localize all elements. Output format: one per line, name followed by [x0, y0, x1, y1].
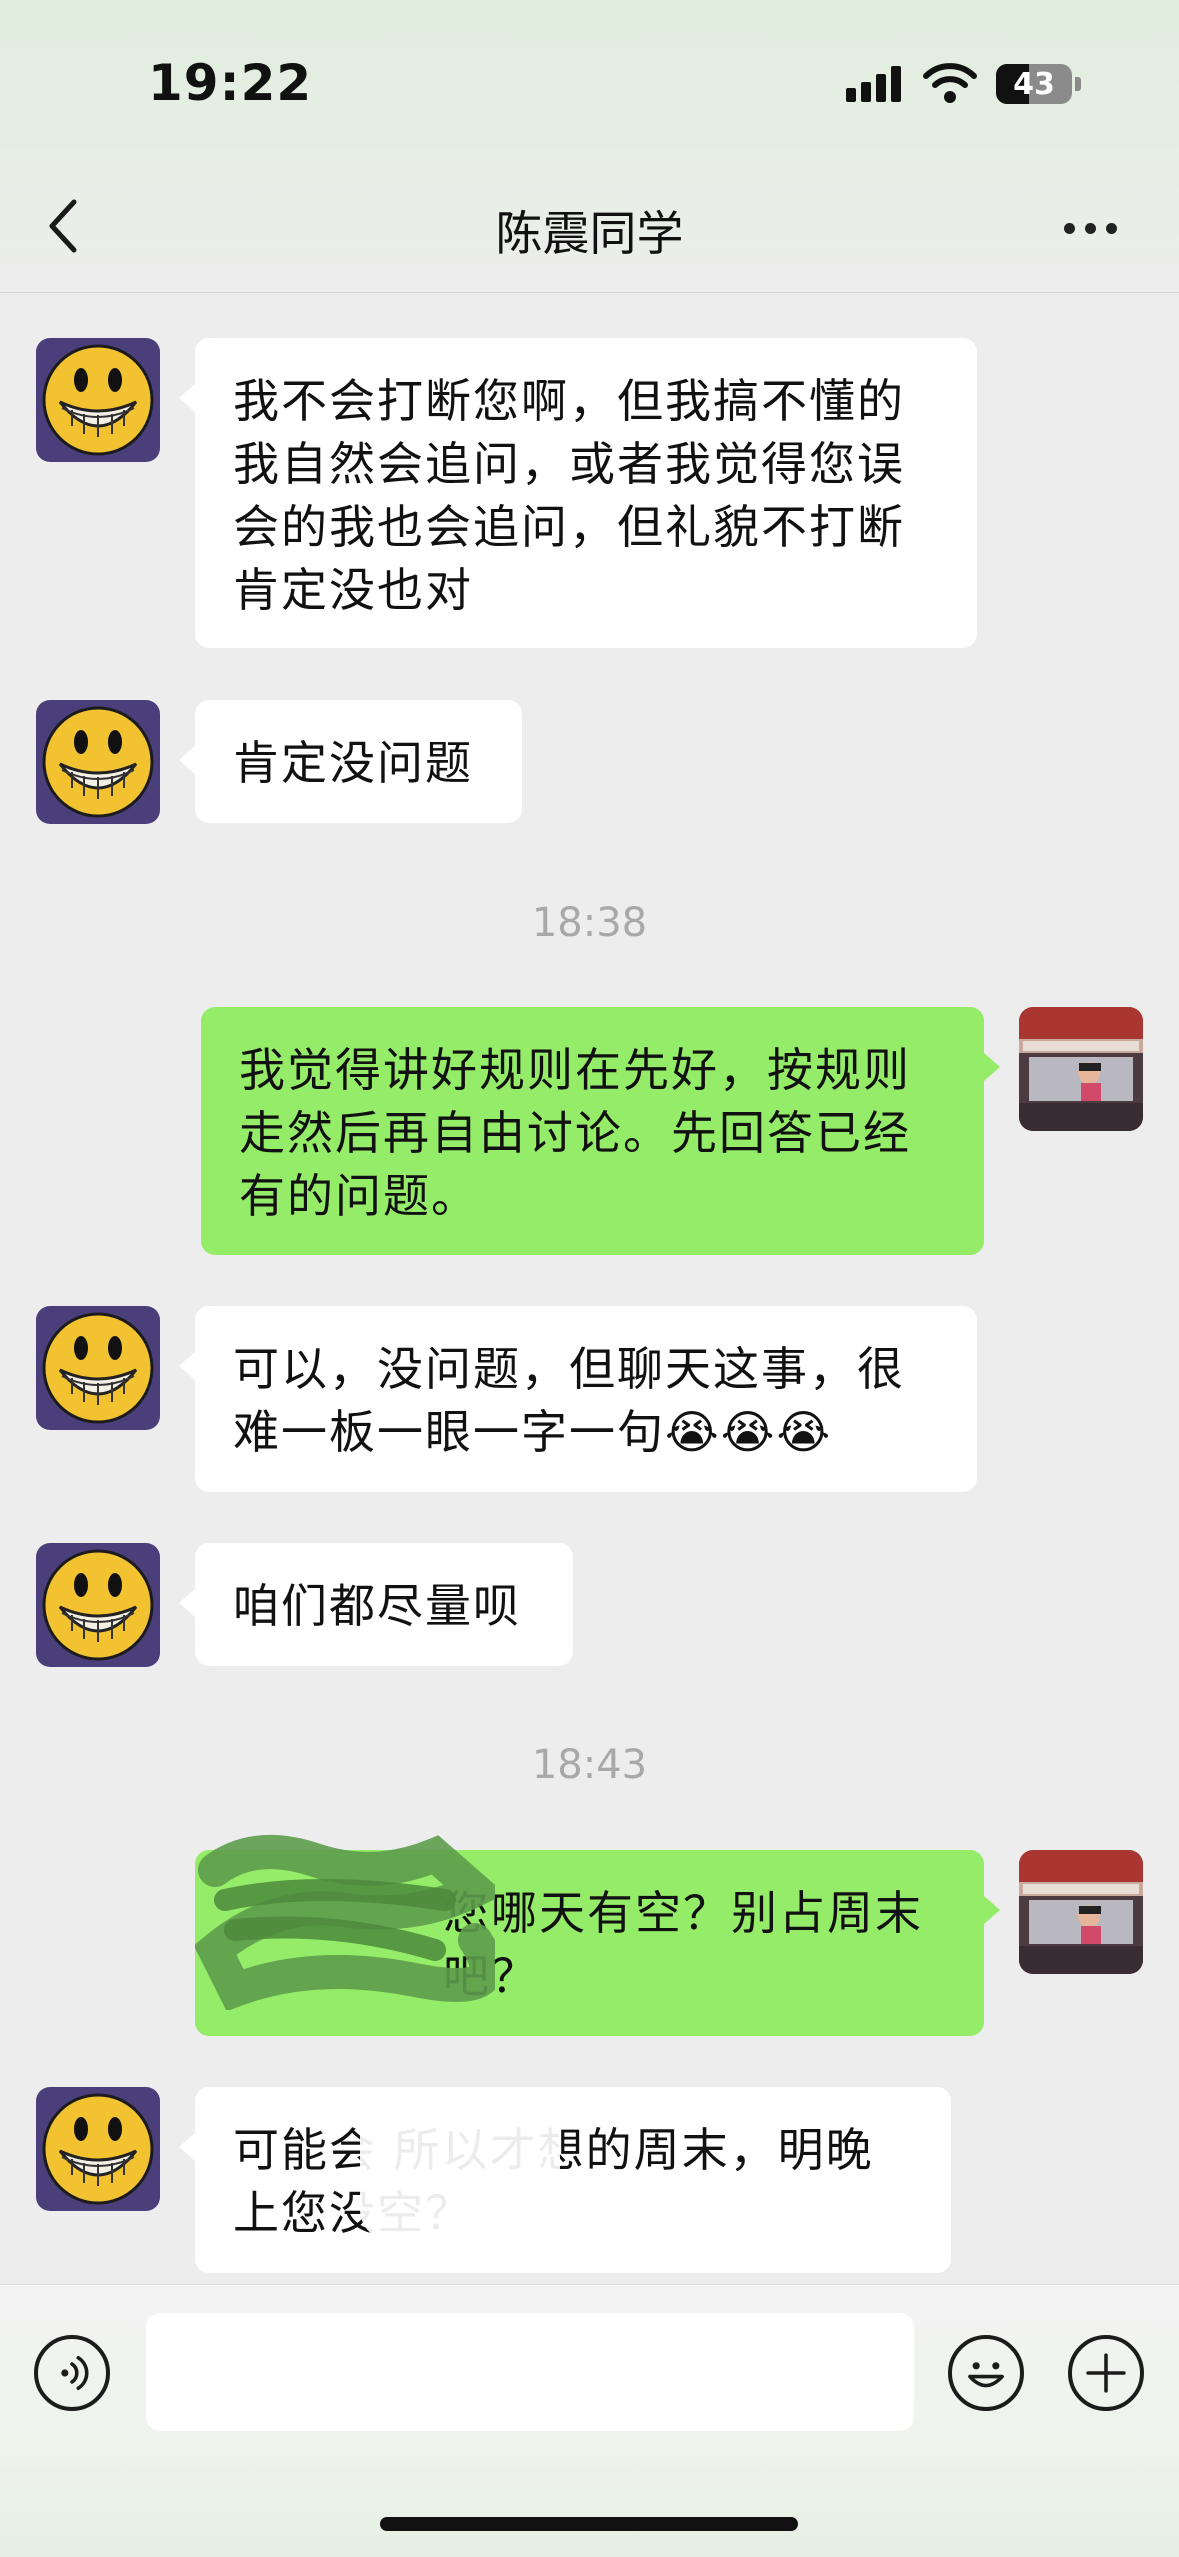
voice-icon[interactable]: [34, 2335, 110, 2411]
chat-title: 陈震同学: [495, 207, 684, 262]
bubble-tail: [179, 1589, 195, 1617]
input-bar: [0, 2284, 1179, 2557]
timestamp: 18:43: [531, 1742, 648, 1788]
emoji-icon[interactable]: [948, 2335, 1024, 2411]
bubble-tail: [179, 384, 195, 412]
incoming-message[interactable]: 可以，没问题，但聊天这事，很难一板一眼一字一句😭😭😭: [195, 1306, 977, 1492]
outgoing-message[interactable]: 我觉得讲好规则在先好，按规则走然后再自由讨论。先回答已经有的问题。: [201, 1007, 984, 1255]
bubble-tail: [984, 1896, 1000, 1924]
my-avatar[interactable]: [1019, 1850, 1143, 1974]
top-bar: 19:22 43 陈震同学: [0, 0, 1179, 293]
wifi-icon: [923, 63, 977, 103]
incoming-message[interactable]: 可能会 所以才想的周末，明晚上您没空？: [195, 2087, 951, 2273]
contact-avatar[interactable]: [36, 1543, 160, 1667]
cellular-signal-icon: [846, 66, 901, 102]
bubble-tail: [179, 1352, 195, 1380]
more-icon[interactable]: [1064, 208, 1124, 248]
status-time: 19:22: [148, 54, 313, 112]
bubble-tail: [984, 1053, 1000, 1081]
contact-avatar[interactable]: [36, 338, 160, 462]
battery-level: 43: [1013, 67, 1055, 102]
contact-avatar[interactable]: [36, 1306, 160, 1430]
my-avatar[interactable]: [1019, 1007, 1143, 1131]
bubble-tail: [179, 2133, 195, 2161]
incoming-message[interactable]: 我不会打断您啊，但我搞不懂的我自然会追问，或者我觉得您误会的我也会追问，但礼貌不…: [195, 338, 977, 648]
plus-icon[interactable]: [1068, 2335, 1144, 2411]
incoming-message[interactable]: 肯定没问题: [195, 700, 522, 823]
bubble-tail: [179, 746, 195, 774]
contact-avatar[interactable]: [36, 2087, 160, 2211]
contact-avatar[interactable]: [36, 700, 160, 824]
battery-cap: [1075, 77, 1081, 91]
battery-icon: 43: [996, 64, 1072, 104]
outgoing-message[interactable]: 您哪天有空？别占周末吧？: [195, 1850, 984, 2036]
incoming-message[interactable]: 咱们都尽量呗: [195, 1543, 573, 1666]
message-input[interactable]: [146, 2313, 914, 2431]
home-indicator[interactable]: [380, 2517, 798, 2531]
timestamp: 18:38: [531, 900, 648, 946]
